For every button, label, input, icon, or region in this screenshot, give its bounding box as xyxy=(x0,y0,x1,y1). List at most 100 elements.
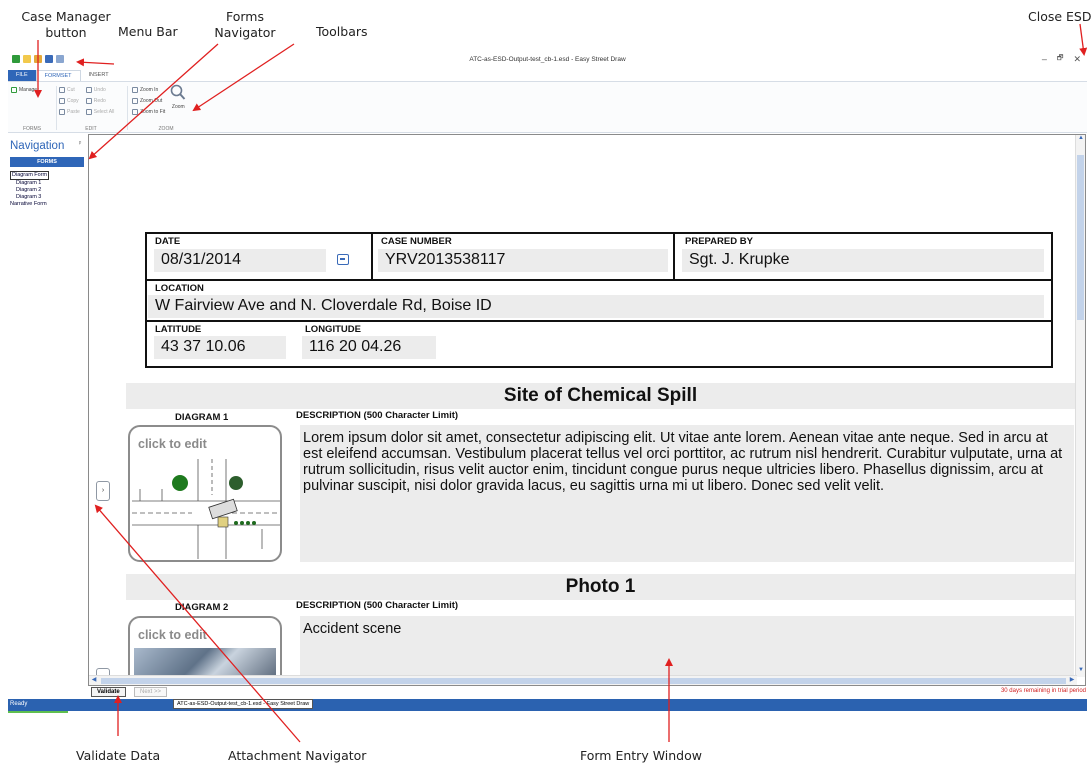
next-button[interactable]: Next >> xyxy=(134,687,168,697)
forms-nav-tab[interactable]: FORMS xyxy=(10,157,84,167)
scroll-right-icon[interactable]: ▶ xyxy=(1067,676,1077,685)
diagram-1-thumbnail[interactable]: click to edit xyxy=(128,425,282,562)
navigation-title: Navigation xyxy=(10,140,65,152)
calendar-icon[interactable] xyxy=(337,254,349,265)
prepared-by-label: PREPARED BY xyxy=(685,236,753,247)
undo-button[interactable]: Undo xyxy=(85,84,115,95)
trial-notice: 30 days remaining in trial period xyxy=(1000,688,1086,694)
location-field[interactable]: W Fairview Ave and N. Cloverdale Rd, Boi… xyxy=(148,295,1044,318)
case-number-field[interactable]: YRV2013538117 xyxy=(378,249,668,272)
tab-insert[interactable]: INSERT xyxy=(81,70,117,81)
zoom-button[interactable]: Zoom xyxy=(169,84,187,117)
status-text: Ready xyxy=(10,701,28,707)
close-button[interactable]: ✕ xyxy=(1073,54,1081,65)
tree-item-diagram-3[interactable]: Diagram 3 xyxy=(10,194,49,201)
header-row-3: LATITUDE 43 37 10.06 LONGITUDE 116 20 04… xyxy=(147,322,1051,366)
form-entry-window[interactable]: DATE 08/31/2014 CASE NUMBER YRV201353811… xyxy=(88,134,1086,686)
title-bar: ATC-as-ESD-Output-test_cb-1.esd - Easy S… xyxy=(8,50,1087,70)
select-all-button[interactable]: Select All xyxy=(85,106,115,117)
status-bar: Ready xyxy=(8,699,1087,711)
select-all-label: Select All xyxy=(93,108,115,115)
longitude-field[interactable]: 116 20 04.26 xyxy=(302,336,436,359)
redo-button[interactable]: Redo xyxy=(85,95,115,106)
edit-group-label: EDIT xyxy=(85,126,97,132)
click-to-edit-text: click to edit xyxy=(138,437,207,451)
paste-button[interactable]: Paste xyxy=(59,106,80,117)
scroll-left-icon[interactable]: ◀ xyxy=(89,676,99,685)
pin-icon[interactable]: ᵖ xyxy=(79,141,81,147)
tab-formset[interactable]: FORMSET xyxy=(35,70,81,81)
date-field[interactable]: 08/31/2014 xyxy=(154,249,326,272)
zoom-in-label: Zoom In xyxy=(140,86,159,93)
manager-label: Manager xyxy=(19,86,39,93)
progress-indicator xyxy=(8,711,68,713)
callout-toolbars: Toolbars xyxy=(316,24,368,39)
tab-file[interactable]: FILE xyxy=(8,70,36,81)
zoom-group: Zoom In Zoom Out Zoom to Fit Zoom ZOOM xyxy=(132,84,200,132)
tree-item-diagram-form[interactable]: Diagram Form xyxy=(10,171,50,180)
scroll-thumb[interactable] xyxy=(101,678,1066,684)
section-title: Photo 1 xyxy=(126,574,1075,600)
callout-close-esd: Close ESD xyxy=(1028,9,1091,24)
manager-button[interactable]: Manager xyxy=(11,84,53,95)
callout-form-entry-window: Form Entry Window xyxy=(580,748,702,763)
form-footer: Validate Next >> 30 days remaining in tr… xyxy=(88,686,1086,698)
click-to-edit-text: click to edit xyxy=(138,628,207,642)
zoom-fit-label: Zoom to Fit xyxy=(140,108,166,115)
vertical-scrollbar[interactable]: ▲ ▼ xyxy=(1075,135,1085,677)
description-1-field[interactable]: Lorem ipsum dolor sit amet, consectetur … xyxy=(300,425,1074,562)
zoom-out-icon xyxy=(132,97,138,104)
scroll-thumb[interactable] xyxy=(1077,155,1084,320)
diagram-2-label: DIAGRAM 2 xyxy=(175,602,229,613)
app-window: ATC-as-ESD-Output-test_cb-1.esd - Easy S… xyxy=(8,50,1087,715)
copy-icon xyxy=(59,97,65,104)
validate-button[interactable]: Validate xyxy=(91,687,126,697)
callout-forms-navigator: Forms Navigator xyxy=(214,9,276,40)
minimize-button[interactable]: – xyxy=(1042,54,1047,65)
description-label: DESCRIPTION (500 Character Limit) xyxy=(296,410,459,421)
scroll-up-icon[interactable]: ▲ xyxy=(1076,135,1085,145)
forms-group-label: FORMS xyxy=(22,126,42,132)
manager-icon xyxy=(11,86,17,93)
copy-button[interactable]: Copy xyxy=(59,95,80,106)
annotated-screenshot: Case Manager button Menu Bar Forms Navig… xyxy=(0,0,1091,767)
callout-menu-bar: Menu Bar xyxy=(118,24,178,39)
forms-tree: Diagram Form Diagram 1 Diagram 2 Diagram… xyxy=(10,171,50,208)
restore-button[interactable]: 🗗 xyxy=(1057,54,1064,65)
zoom-in-icon xyxy=(132,86,138,93)
cut-button[interactable]: Cut xyxy=(59,84,80,95)
forms-navigator: Navigation ᵖ FORMS Diagram Form Diagram … xyxy=(8,136,88,686)
header-row-2: LOCATION W Fairview Ave and N. Cloverdal… xyxy=(147,281,1051,322)
prepared-by-field[interactable]: Sgt. J. Krupke xyxy=(682,249,1044,272)
zoom-out-label: Zoom Out xyxy=(140,97,163,104)
tree-item-diagram-1[interactable]: Diagram 1 xyxy=(10,180,49,187)
zoom-in-button[interactable]: Zoom In xyxy=(132,84,165,95)
forms-group: Manager FORMS xyxy=(11,84,53,132)
zoom-fit-button[interactable]: Zoom to Fit xyxy=(132,106,165,117)
description-2-field[interactable]: Accident scene xyxy=(300,616,1074,677)
longitude-label: LONGITUDE xyxy=(305,324,361,335)
tree-item-narrative-form[interactable]: Narrative Form xyxy=(10,201,49,208)
horizontal-scrollbar[interactable]: ◀ ▶ xyxy=(89,675,1077,685)
zoom-out-button[interactable]: Zoom Out xyxy=(132,95,165,106)
scroll-down-icon[interactable]: ▼ xyxy=(1076,667,1085,677)
tree-item-diagram-2[interactable]: Diagram 2 xyxy=(10,187,49,194)
window-title: ATC-as-ESD-Output-test_cb-1.esd - Easy S… xyxy=(469,56,626,63)
latitude-field[interactable]: 43 37 10.06 xyxy=(154,336,286,359)
cut-icon xyxy=(59,86,65,93)
description-label: DESCRIPTION (500 Character Limit) xyxy=(296,600,459,611)
undo-label: Undo xyxy=(93,86,106,93)
divider xyxy=(371,234,373,279)
magnifier-icon xyxy=(170,84,186,100)
zoom-label: Zoom xyxy=(171,104,185,110)
ribbon-separator xyxy=(56,86,57,130)
ribbon-tabs: FILE FORMSET INSERT xyxy=(8,70,117,81)
diagram-1-label: DIAGRAM 1 xyxy=(175,412,229,423)
callout-validate-data: Validate Data xyxy=(76,748,161,763)
redo-label: Redo xyxy=(93,97,106,104)
callout-case-manager: Case Manager button xyxy=(21,9,111,40)
taskbar-tooltip: ATC-as-ESD-Output-test_cb-1.esd - Easy S… xyxy=(173,699,314,709)
edit-group: Cut Copy Paste Undo Redo Select All EDIT xyxy=(59,84,123,132)
select-all-icon xyxy=(85,108,92,115)
attachment-navigator-button[interactable]: › xyxy=(96,481,110,501)
